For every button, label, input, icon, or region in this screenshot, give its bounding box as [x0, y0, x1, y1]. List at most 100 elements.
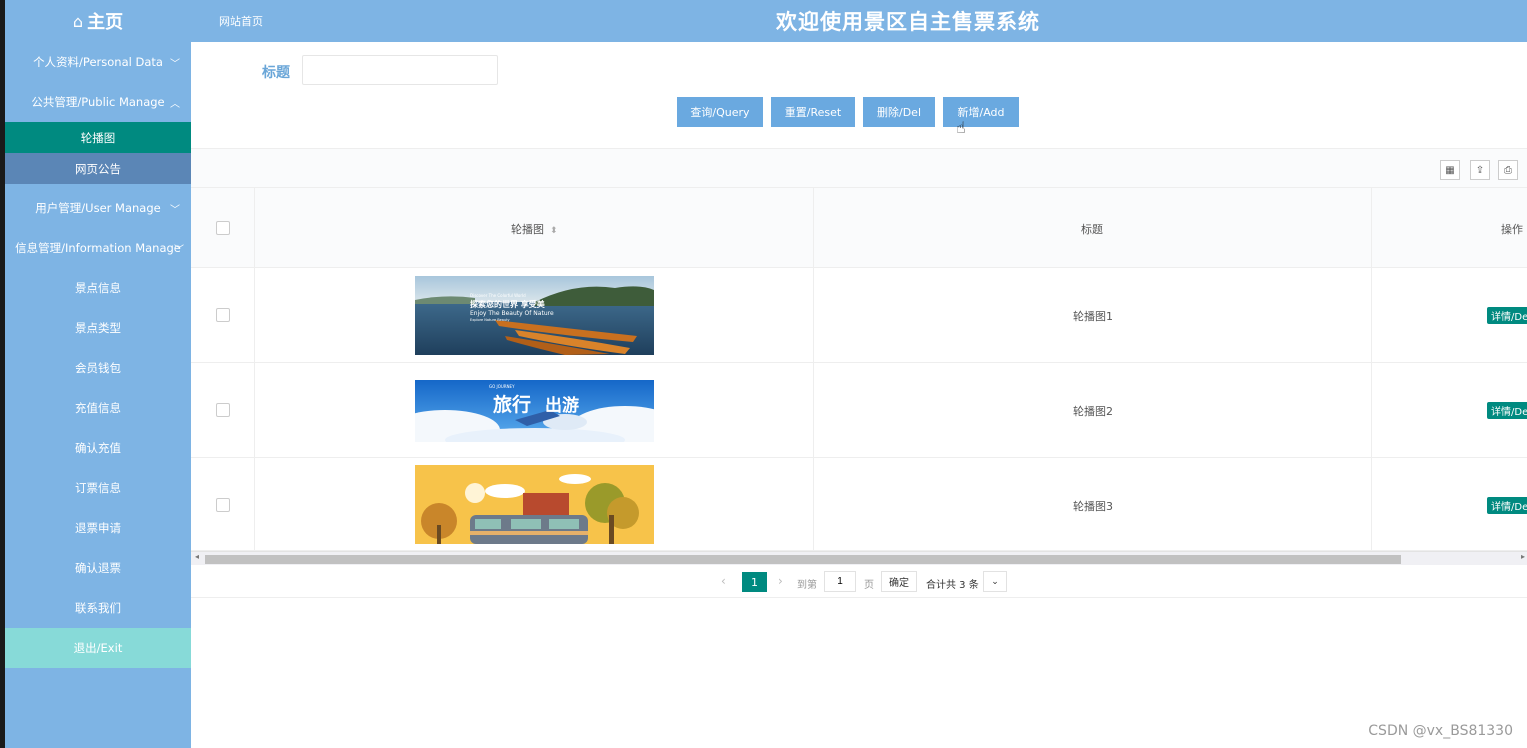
- header-label: 轮播图: [511, 223, 544, 236]
- column-divider: [813, 458, 814, 550]
- sidebar-item-info[interactable]: 信息管理/Information Manage ﹀: [5, 228, 191, 268]
- table-header: 轮播图 ⬍ 标题 操作: [191, 188, 1527, 268]
- column-divider: [813, 188, 814, 267]
- column-divider: [1371, 268, 1372, 362]
- hand-cursor-icon: ☝: [956, 118, 966, 137]
- banner-text: Discover The Colorful World: [470, 293, 526, 298]
- detail-button[interactable]: 详情/De: [1487, 402, 1527, 419]
- table-row: 轮播图3 详情/De: [191, 458, 1527, 551]
- query-button[interactable]: 查询/Query: [677, 97, 763, 127]
- sidebar-item-label: 会员钱包: [75, 361, 121, 375]
- table-row: Discover The Colorful World 探索您的世界 享受美 E…: [191, 268, 1527, 363]
- column-header-title: 标题: [1081, 223, 1103, 236]
- sidebar-item-personal[interactable]: 个人资料/Personal Data ﹀: [5, 42, 191, 82]
- sidebar-item-public[interactable]: 公共管理/Public Manage ︿: [5, 82, 191, 122]
- sidebar-item-recharge[interactable]: 充值信息: [5, 388, 191, 428]
- chevron-down-icon: ﹀: [170, 204, 180, 216]
- sidebar-item-notice[interactable]: 网页公告: [5, 153, 191, 184]
- page-size-select[interactable]: ⌄: [983, 571, 1007, 592]
- home-icon: ⌂: [72, 11, 84, 31]
- sort-icon[interactable]: ⬍: [550, 226, 558, 236]
- row-checkbox[interactable]: [216, 308, 230, 322]
- detail-button[interactable]: 详情/De: [1487, 497, 1527, 514]
- carousel-image-travel: GO JOURNEY 旅行 出游: [415, 380, 654, 442]
- row-title: 轮播图2: [1073, 405, 1113, 418]
- search-label: 标题: [262, 65, 290, 81]
- horizontal-scrollbar[interactable]: ◂ ▸: [191, 551, 1527, 565]
- sidebar-item-exit[interactable]: 退出/Exit: [5, 628, 191, 668]
- chevron-up-icon: ︿: [170, 98, 180, 110]
- banner-text: 探索您的世界 享受美: [470, 300, 545, 309]
- sidebar-item-scenic-info[interactable]: 景点信息: [5, 268, 191, 308]
- page-unit-label: 页: [864, 580, 874, 591]
- column-divider: [1371, 188, 1372, 267]
- goto-page-input[interactable]: [824, 571, 856, 592]
- page-current[interactable]: 1: [742, 572, 767, 592]
- row-title: 轮播图3: [1073, 500, 1113, 513]
- delete-button[interactable]: 删除/Del: [863, 97, 935, 127]
- brand-title: 主页: [87, 12, 124, 33]
- sidebar-item-refund-request[interactable]: 退票申请: [5, 508, 191, 548]
- top-header: 网站首页 欢迎使用景区自主售票系统: [191, 0, 1527, 42]
- sidebar-item-label: 确认充值: [75, 441, 121, 455]
- chevron-down-icon: ﹀: [170, 58, 180, 70]
- column-divider: [254, 458, 255, 550]
- sidebar-item-confirm-refund[interactable]: 确认退票: [5, 548, 191, 588]
- sidebar-item-label: 轮播图: [80, 130, 116, 145]
- autumn-bus-picture: [415, 465, 654, 544]
- column-divider: [1371, 458, 1372, 550]
- table-row: GO JOURNEY 旅行 出游 轮播图2 详情/De: [191, 363, 1527, 458]
- column-divider: [1371, 363, 1372, 457]
- sidebar-item-label: 用户管理/User Manage: [35, 201, 161, 215]
- sidebar-item-wallet[interactable]: 会员钱包: [5, 348, 191, 388]
- scrollbar-thumb[interactable]: [205, 555, 1401, 564]
- add-button[interactable]: 新增/Add: [943, 97, 1019, 127]
- scroll-left-icon[interactable]: ◂: [195, 552, 199, 561]
- column-divider: [254, 188, 255, 267]
- column-header-action: 操作: [1501, 223, 1523, 236]
- site-home-link[interactable]: 网站首页: [219, 13, 263, 29]
- title-search-input[interactable]: [302, 55, 498, 85]
- columns-filter-icon[interactable]: ▦: [1440, 160, 1460, 180]
- sidebar-item-label: 个人资料/Personal Data: [33, 55, 163, 69]
- sidebar: ⌂ 主页 个人资料/Personal Data ﹀ 公共管理/Public Ma…: [5, 0, 191, 748]
- sidebar-item-label: 信息管理/Information Manage: [15, 241, 181, 255]
- select-all-checkbox[interactable]: [216, 221, 230, 235]
- carousel-image-lake: Discover The Colorful World 探索您的世界 享受美 E…: [415, 276, 654, 355]
- sidebar-item-label: 退出/Exit: [73, 641, 123, 655]
- sidebar-item-label: 景点信息: [75, 281, 121, 295]
- sidebar-item-carousel[interactable]: 轮播图: [5, 122, 191, 153]
- sidebar-item-contact[interactable]: 联系我们: [5, 588, 191, 628]
- pagination: ‹ 1 › 到第 页 确定 合计共 3 条 ⌄: [191, 566, 1527, 598]
- banner-text: GO JOURNEY: [489, 384, 515, 389]
- total-count: 合计共 3 条: [926, 580, 979, 591]
- goto-label: 到第: [797, 580, 817, 591]
- sidebar-item-label: 公共管理/Public Manage: [31, 95, 165, 109]
- prev-page-icon[interactable]: ‹: [721, 574, 726, 588]
- column-divider: [254, 363, 255, 457]
- detail-button[interactable]: 详情/De: [1487, 307, 1527, 324]
- print-icon[interactable]: ⎙: [1498, 160, 1518, 180]
- banner-text: Explore Nature Beauty: [470, 318, 510, 322]
- sidebar-item-label: 确认退票: [75, 561, 121, 575]
- column-header-carousel[interactable]: 轮播图 ⬍: [511, 221, 558, 237]
- system-title: 欢迎使用景区自主售票系统: [776, 10, 1040, 34]
- sidebar-item-label: 景点类型: [75, 321, 121, 335]
- scroll-right-icon[interactable]: ▸: [1521, 552, 1525, 561]
- export-icon[interactable]: ⇪: [1470, 160, 1490, 180]
- goto-confirm-button[interactable]: 确定: [881, 571, 917, 592]
- column-divider: [813, 268, 814, 362]
- brand-home[interactable]: ⌂ 主页: [5, 0, 191, 42]
- chevron-down-icon: ⌄: [991, 576, 999, 587]
- sidebar-item-confirm-recharge[interactable]: 确认充值: [5, 428, 191, 468]
- next-page-icon[interactable]: ›: [778, 574, 783, 588]
- sidebar-item-booking[interactable]: 订票信息: [5, 468, 191, 508]
- banner-text: Enjoy The Beauty Of Nature: [470, 310, 554, 317]
- sidebar-item-label: 订票信息: [75, 481, 121, 495]
- row-checkbox[interactable]: [216, 498, 230, 512]
- reset-button[interactable]: 重置/Reset: [771, 97, 855, 127]
- sidebar-item-user[interactable]: 用户管理/User Manage ﹀: [5, 188, 191, 228]
- row-checkbox[interactable]: [216, 403, 230, 417]
- sidebar-item-scenic-type[interactable]: 景点类型: [5, 308, 191, 348]
- watermark: CSDN @vx_BS81330: [1368, 723, 1513, 739]
